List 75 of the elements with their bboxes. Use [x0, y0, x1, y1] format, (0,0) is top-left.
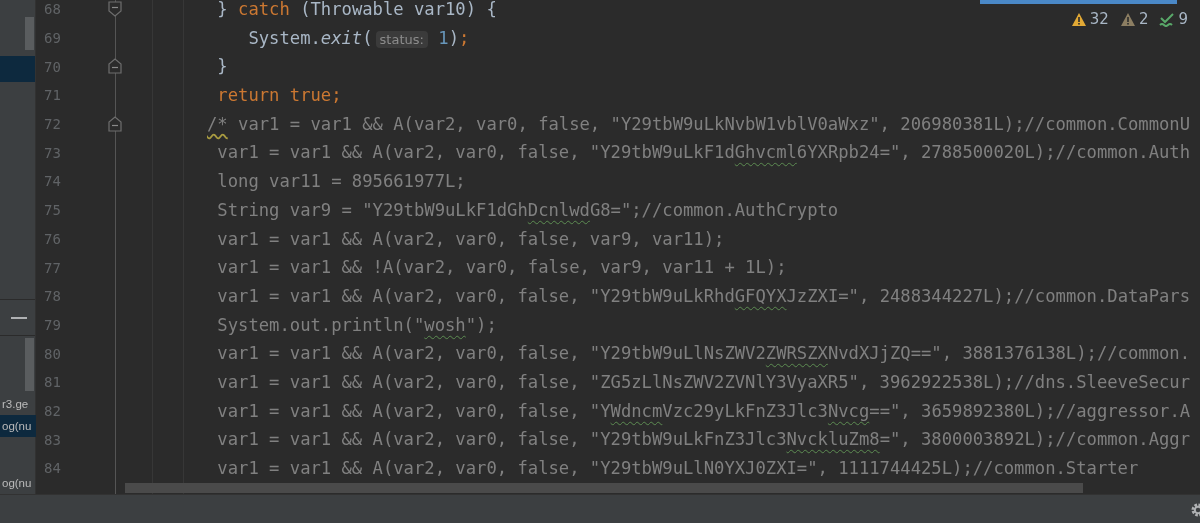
code-text: ");	[465, 314, 497, 335]
code-text: Wdncm	[610, 400, 663, 421]
fold-icon[interactable]	[108, 115, 122, 132]
line-number: 72	[44, 116, 61, 133]
code-text: NvckluZm8	[786, 429, 880, 450]
warning-icon[interactable]	[1119, 11, 1136, 27]
code-text: exit	[320, 27, 363, 48]
scrollbar-thumb[interactable]	[25, 338, 34, 392]
parameter-hint: status:	[375, 30, 428, 48]
code-text: (Throwable var10) {	[299, 0, 497, 19]
code-text: ZWRSZX	[765, 343, 828, 364]
code-text: var1 = var1 && A(var2, var0, false, "Y29tbW9uLkNvbW1vblV0aWxz", 206980381L);//common.CommonU	[237, 113, 1191, 134]
inspection-count[interactable]: 32	[1089, 10, 1109, 28]
code-text: return true;	[216, 85, 342, 106]
line-number: 71	[44, 87, 61, 104]
code-text: }	[216, 56, 228, 77]
code-text: System.out.println("	[216, 314, 425, 335]
code-text: ==", 3659892380L);//aggressor.A	[869, 400, 1191, 421]
line-number: 80	[44, 345, 61, 362]
line-number: 77	[44, 259, 61, 276]
code-text: =", 3800003892L);//common.Aggr	[879, 429, 1191, 450]
code-text: var1 = var1 && A(var2, var0, false, "Y29tbW9uLkFnZ3Jlc3	[216, 429, 787, 450]
code-text: /*	[207, 113, 228, 134]
line-number: 74	[44, 173, 61, 190]
list-item[interactable]: og(nu	[0, 415, 36, 438]
list-item[interactable]: og(nu	[0, 472, 36, 495]
line-number: 70	[44, 58, 61, 75]
code-text: long var11 = 895661977L;	[216, 171, 466, 192]
code-text: var1 = var1 && A(var2, var0, false, "Y	[216, 400, 611, 421]
line-number: 82	[44, 402, 61, 419]
code-text: var1 = var1 && A(var2, var0, false, "ZG5zLlNsZWV2ZVNlY3VyaXR5", 3962922538L);//dns.SleeveSecur	[216, 371, 1191, 392]
code-text: Dcnlwd	[527, 199, 590, 220]
code-text: String var9 = "Y29tbW9uLkF1dGh	[216, 199, 528, 220]
code-text: 6YXRpb24=", 2788500020L);//common.Auth	[796, 142, 1191, 163]
code-text: JzZXI=", 2488344227L);//common.DataPars	[786, 285, 1191, 306]
warning-icon[interactable]	[1070, 11, 1087, 27]
list-item[interactable]: r3.ge	[0, 393, 36, 416]
fold-icon[interactable]	[108, 58, 122, 75]
code-text: var1 = var1 && A(var2, var0, false, "Y29tbW9uLlN0YXJ0ZXI=", 1111744425L);//common.Starter	[216, 458, 1139, 478]
line-number: 69	[44, 30, 61, 47]
check-icon[interactable]	[1159, 11, 1176, 27]
code-text: Ghvcml	[734, 142, 797, 163]
line-number: 84	[44, 460, 61, 477]
code-text: (	[362, 27, 373, 48]
minimize-icon[interactable]	[11, 316, 27, 319]
code-text: GFQYX	[734, 285, 787, 306]
code-text: System.	[247, 27, 321, 48]
code-text: var1 = var1 && A(var2, var0, false, "Y29tbW9uLkF1d	[216, 142, 735, 163]
code-text: Nvcg	[827, 400, 870, 421]
code-text: var1 = var1 && A(var2, var0, false, "Y29tbW9uLkRhd	[216, 285, 735, 306]
line-number: 79	[44, 316, 61, 333]
line-number: 78	[44, 288, 61, 305]
scrollbar-thumb[interactable]	[25, 17, 34, 50]
code-text: Vzc29yLkFnZ3Jlc3	[662, 400, 828, 421]
code-text: }	[216, 0, 229, 19]
line-number: 68	[44, 1, 61, 18]
code-text: var1 = var1 && !A(var2, var0, false, var9, var11 + 1L);	[216, 257, 787, 278]
inspection-count[interactable]: 2	[1138, 10, 1149, 28]
line-number: 83	[44, 431, 61, 448]
code-text: var1 = var1 && A(var2, var0, false, "Y29tbW9uLlNsZWV2	[216, 343, 766, 364]
line-number: 76	[44, 230, 61, 247]
code-text: ;	[459, 27, 470, 48]
line-number: 75	[44, 202, 61, 219]
code-text: NvdXJjZQ==", 3881376138L);//common.	[827, 343, 1191, 364]
code-text: )	[448, 27, 459, 48]
code-text: var1 = var1 && A(var2, var0, false, var9, var11);	[216, 228, 725, 249]
fold-icon[interactable]	[108, 1, 122, 17]
code-text: G8=";//common.AuthCrypto	[589, 199, 839, 220]
line-number: 81	[44, 374, 61, 391]
code-text: wosh	[424, 314, 466, 335]
code-text: catch	[238, 0, 290, 19]
horizontal-scrollbar[interactable]	[125, 483, 1083, 493]
line-number: 73	[44, 144, 61, 161]
inspection-count[interactable]: 9	[1178, 10, 1188, 28]
code-text: 1	[437, 27, 449, 48]
